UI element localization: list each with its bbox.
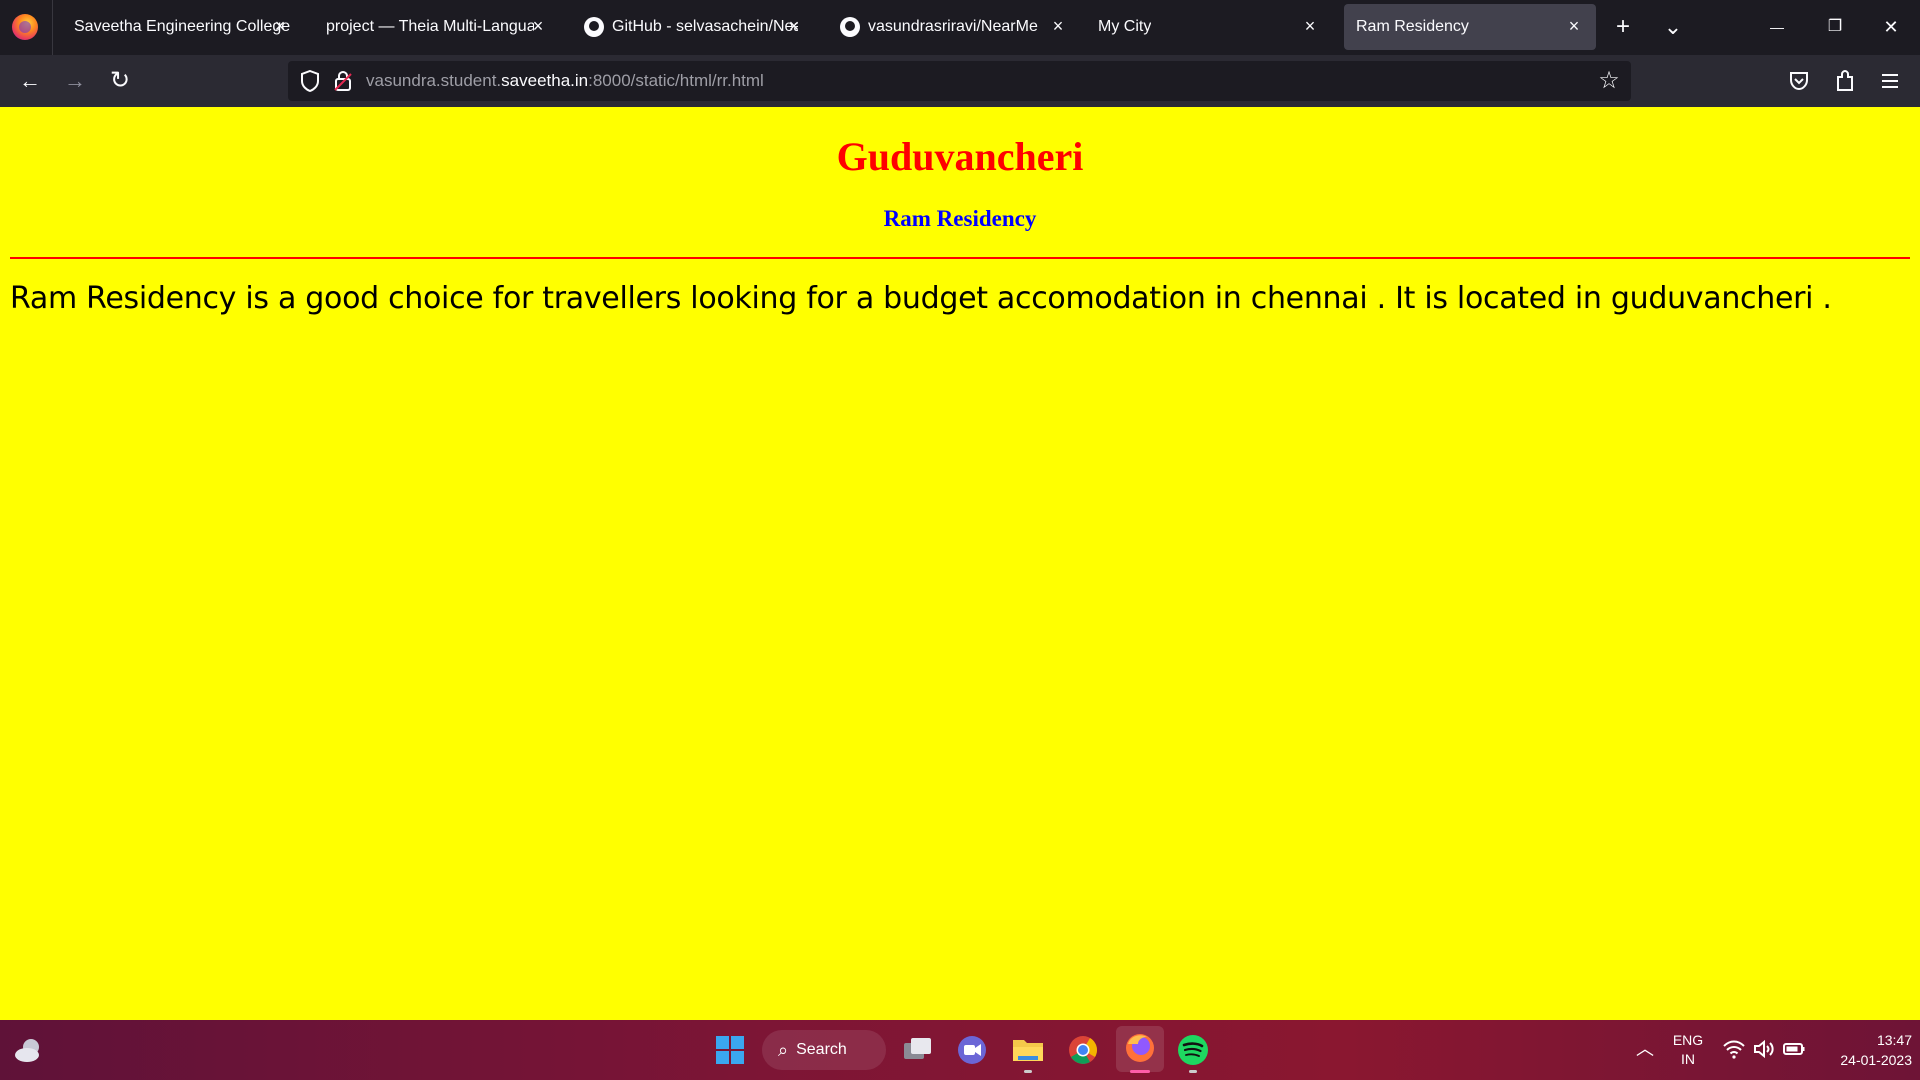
tab-label: project — Theia Multi-Language bbox=[326, 18, 534, 35]
firefox-active-indicator bbox=[1130, 1070, 1150, 1073]
tab-ram-residency[interactable]: Ram Residency × bbox=[1344, 4, 1596, 50]
close-window-button[interactable]: ✕ bbox=[1868, 8, 1914, 46]
taskbar-clock[interactable]: 13:47 24-01-2023 bbox=[1816, 1030, 1912, 1070]
windows-start-icon[interactable] bbox=[710, 1030, 750, 1070]
tab-label: Saveetha Engineering College bbox=[74, 18, 291, 35]
tab-close-icon[interactable]: × bbox=[1048, 16, 1068, 36]
battery-icon[interactable] bbox=[1782, 1038, 1806, 1060]
tab-close-icon[interactable]: × bbox=[1564, 16, 1584, 36]
pocket-icon[interactable] bbox=[1788, 70, 1810, 92]
tab-close-icon[interactable]: × bbox=[270, 16, 290, 36]
back-button[interactable]: ← bbox=[14, 65, 46, 97]
url-text[interactable]: vasundra.student.saveetha.in:8000/static… bbox=[366, 71, 764, 91]
page-subheading: Ram Residency bbox=[883, 206, 1037, 231]
chrome-icon[interactable] bbox=[1063, 1030, 1103, 1070]
minimize-window-button[interactable]: — bbox=[1754, 8, 1800, 46]
page-heading: Guduvancheri bbox=[836, 134, 1084, 179]
clock-date: 24-01-2023 bbox=[1840, 1052, 1912, 1068]
tab-close-icon[interactable]: × bbox=[528, 16, 548, 36]
hamburger-menu-icon[interactable] bbox=[1880, 71, 1900, 91]
file-explorer-icon[interactable] bbox=[1008, 1030, 1048, 1070]
show-hidden-icons-chevron-icon[interactable]: ︿ bbox=[1634, 1038, 1656, 1060]
firefox-taskbar-button[interactable] bbox=[1116, 1026, 1164, 1072]
tab-theia-project[interactable]: project — Theia Multi-Language × bbox=[310, 4, 560, 50]
tab-github-selvasachein[interactable]: GitHub - selvasachein/NearMe × bbox=[568, 4, 816, 50]
teams-chat-icon[interactable] bbox=[952, 1030, 992, 1070]
page-paragraph: Ram Residency is a good choice for trave… bbox=[10, 281, 1832, 316]
language-code: ENG bbox=[1672, 1032, 1704, 1048]
task-view-icon[interactable] bbox=[898, 1030, 938, 1070]
volume-icon[interactable] bbox=[1752, 1038, 1776, 1060]
input-language-indicator[interactable]: ENG IN bbox=[1666, 1031, 1710, 1069]
windows-taskbar: ⌕ Search ︿ ENG IN 13:47 24-01-2023 bbox=[0, 1020, 1920, 1080]
tab-strip: Saveetha Engineering College × project —… bbox=[0, 0, 1920, 55]
restore-window-button[interactable]: ❐ bbox=[1812, 8, 1858, 46]
url-path: :8000/static/html/rr.html bbox=[588, 71, 764, 90]
new-tab-button[interactable]: + bbox=[1608, 12, 1638, 42]
reload-button[interactable]: ↻ bbox=[104, 65, 136, 97]
address-bar[interactable]: vasundra.student.saveetha.in:8000/static… bbox=[288, 61, 1631, 101]
tab-label: GitHub - selvasachein/NearMe bbox=[612, 18, 798, 35]
web-page-content: Guduvancheri Ram Residency Ram Residency… bbox=[0, 107, 1920, 1020]
forward-button[interactable]: → bbox=[59, 65, 91, 97]
bookmark-star-icon[interactable]: ☆ bbox=[1595, 67, 1623, 95]
tab-saveetha-engineering-college[interactable]: Saveetha Engineering College × bbox=[58, 4, 302, 50]
horizontal-rule bbox=[10, 257, 1910, 259]
taskbar-search-button[interactable]: ⌕ Search bbox=[762, 1030, 886, 1070]
tab-close-icon[interactable]: × bbox=[784, 16, 804, 36]
tab-separator bbox=[52, 0, 53, 55]
firefox-menu-icon[interactable] bbox=[12, 14, 38, 40]
navigation-toolbar: ← → ↻ vasundra.student.saveetha.in:8000/… bbox=[0, 55, 1920, 107]
tab-label: My City bbox=[1098, 18, 1152, 35]
url-prefix: vasundra.student. bbox=[366, 71, 502, 90]
github-icon bbox=[584, 17, 604, 37]
tab-my-city[interactable]: My City × bbox=[1082, 4, 1332, 50]
url-host: saveetha.in bbox=[501, 71, 589, 90]
tab-close-icon[interactable]: × bbox=[1300, 16, 1320, 36]
search-icon: ⌕ bbox=[778, 1039, 789, 1060]
tab-label: vasundrasriravi/NearMe bbox=[868, 18, 1038, 35]
search-label: Search bbox=[796, 1041, 847, 1058]
spotify-running-indicator bbox=[1189, 1070, 1197, 1073]
language-region: IN bbox=[1681, 1051, 1695, 1067]
tab-label: Ram Residency bbox=[1356, 18, 1469, 35]
tracking-protection-shield-icon[interactable] bbox=[300, 70, 320, 92]
extensions-puzzle-icon[interactable] bbox=[1834, 69, 1856, 93]
tab-github-vasundrasriravi[interactable]: vasundrasriravi/NearMe × bbox=[824, 4, 1080, 50]
list-all-tabs-button[interactable]: ⌄ bbox=[1658, 12, 1688, 42]
weather-widget-icon[interactable] bbox=[14, 1036, 44, 1064]
insecure-lock-icon[interactable] bbox=[334, 71, 352, 91]
github-icon bbox=[840, 17, 860, 37]
clock-time: 13:47 bbox=[1876, 1032, 1912, 1048]
wifi-icon[interactable] bbox=[1722, 1038, 1746, 1060]
spotify-icon[interactable] bbox=[1173, 1030, 1213, 1070]
explorer-running-indicator bbox=[1024, 1070, 1032, 1073]
firefox-icon bbox=[1126, 1034, 1154, 1062]
